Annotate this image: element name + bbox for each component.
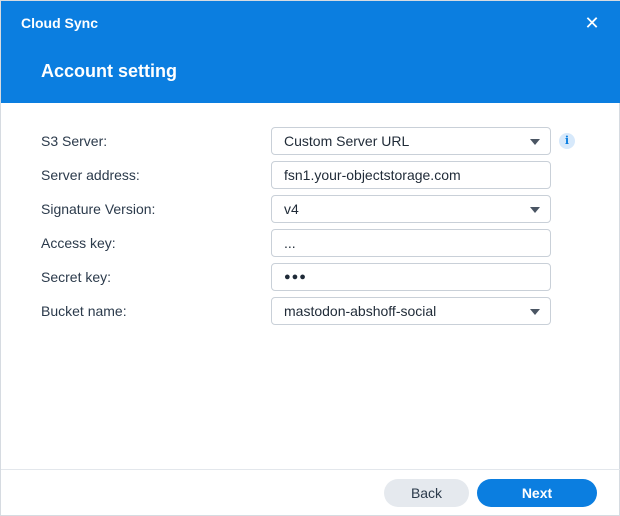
- access-key-value: ...: [284, 235, 296, 251]
- signature-version-value: v4: [284, 201, 299, 217]
- next-button[interactable]: Next: [477, 479, 597, 507]
- info-icon[interactable]: i: [559, 133, 575, 149]
- app-title: Cloud Sync: [21, 15, 99, 31]
- s3-server-row: S3 Server: Custom Server URL i: [41, 127, 601, 155]
- secret-key-label: Secret key:: [41, 269, 112, 285]
- footer-divider: [1, 469, 620, 470]
- signature-version-select[interactable]: v4: [271, 195, 551, 223]
- chevron-down-icon: [530, 139, 540, 145]
- secret-key-value: ●●●: [284, 271, 307, 283]
- dialog-header: Cloud Sync ✕ Account setting: [1, 1, 620, 103]
- page-title: Account setting: [41, 61, 178, 81]
- bucket-name-select[interactable]: mastodon-abshoff-social: [271, 297, 551, 325]
- secret-key-row: Secret key: ●●●: [41, 263, 601, 291]
- chevron-down-icon: [530, 309, 540, 315]
- signature-version-label: Signature Version:: [41, 201, 156, 217]
- access-key-input[interactable]: ...: [271, 229, 551, 257]
- s3-server-value: Custom Server URL: [284, 133, 410, 149]
- bucket-name-value: mastodon-abshoff-social: [284, 303, 437, 319]
- access-key-label: Access key:: [41, 235, 116, 251]
- s3-server-select[interactable]: Custom Server URL: [271, 127, 551, 155]
- bucket-name-label: Bucket name:: [41, 303, 127, 319]
- back-button[interactable]: Back: [384, 479, 469, 507]
- s3-server-label: S3 Server:: [41, 133, 108, 149]
- server-address-label: Server address:: [41, 167, 140, 183]
- close-icon[interactable]: ✕: [583, 13, 601, 33]
- server-address-input[interactable]: fsn1.your-objectstorage.com: [271, 161, 551, 189]
- secret-key-input[interactable]: ●●●: [271, 263, 551, 291]
- access-key-row: Access key: ...: [41, 229, 601, 257]
- bucket-name-row: Bucket name: mastodon-abshoff-social: [41, 297, 601, 325]
- chevron-down-icon: [530, 207, 540, 213]
- server-address-value: fsn1.your-objectstorage.com: [284, 167, 461, 183]
- cloud-sync-dialog: Cloud Sync ✕ Account setting S3 Server: …: [0, 0, 620, 516]
- signature-version-row: Signature Version: v4: [41, 195, 601, 223]
- server-address-row: Server address: fsn1.your-objectstorage.…: [41, 161, 601, 189]
